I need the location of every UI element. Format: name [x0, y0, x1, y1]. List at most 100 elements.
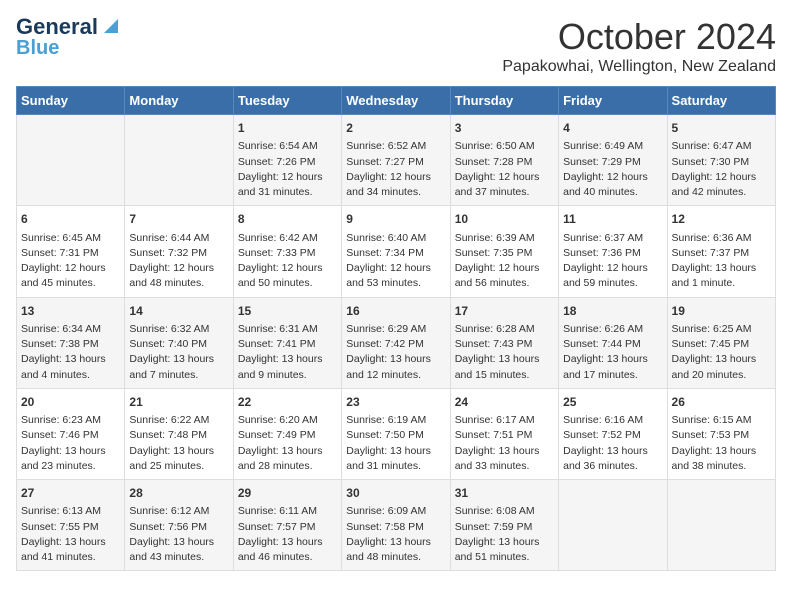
calendar-week-row: 13Sunrise: 6:34 AMSunset: 7:38 PMDayligh… [17, 297, 776, 388]
day-info: Daylight: 12 hours and 48 minutes. [129, 261, 228, 291]
day-number: 14 [129, 303, 228, 320]
day-info: Sunset: 7:35 PM [455, 246, 554, 261]
day-number: 31 [455, 485, 554, 502]
day-info: Daylight: 13 hours and 17 minutes. [563, 352, 662, 382]
day-info: Daylight: 12 hours and 37 minutes. [455, 170, 554, 200]
calendar-cell: 27Sunrise: 6:13 AMSunset: 7:55 PMDayligh… [17, 480, 125, 571]
day-number: 2 [346, 120, 445, 137]
calendar-cell: 5Sunrise: 6:47 AMSunset: 7:30 PMDaylight… [667, 115, 775, 206]
logo-blue: Blue [16, 38, 59, 58]
day-info: Sunset: 7:59 PM [455, 520, 554, 535]
day-number: 4 [563, 120, 662, 137]
location-title: Papakowhai, Wellington, New Zealand [502, 58, 776, 76]
header-thursday: Thursday [450, 87, 558, 115]
logo: General Blue [16, 16, 118, 58]
day-info: Sunrise: 6:50 AM [455, 139, 554, 154]
day-info: Daylight: 12 hours and 42 minutes. [672, 170, 771, 200]
day-info: Sunrise: 6:17 AM [455, 413, 554, 428]
day-number: 8 [238, 211, 337, 228]
day-info: Sunrise: 6:32 AM [129, 322, 228, 337]
day-number: 13 [21, 303, 120, 320]
calendar-cell: 12Sunrise: 6:36 AMSunset: 7:37 PMDayligh… [667, 206, 775, 297]
calendar-cell [125, 115, 233, 206]
day-info: Sunset: 7:34 PM [346, 246, 445, 261]
calendar-cell: 25Sunrise: 6:16 AMSunset: 7:52 PMDayligh… [559, 388, 667, 479]
day-info: Daylight: 13 hours and 12 minutes. [346, 352, 445, 382]
header-wednesday: Wednesday [342, 87, 450, 115]
day-info: Sunset: 7:33 PM [238, 246, 337, 261]
day-number: 16 [346, 303, 445, 320]
day-info: Daylight: 12 hours and 34 minutes. [346, 170, 445, 200]
day-info: Sunrise: 6:15 AM [672, 413, 771, 428]
day-info: Sunset: 7:46 PM [21, 428, 120, 443]
day-info: Sunset: 7:31 PM [21, 246, 120, 261]
calendar-cell: 6Sunrise: 6:45 AMSunset: 7:31 PMDaylight… [17, 206, 125, 297]
month-title: October 2024 [502, 16, 776, 58]
calendar-cell: 31Sunrise: 6:08 AMSunset: 7:59 PMDayligh… [450, 480, 558, 571]
day-info: Daylight: 13 hours and 31 minutes. [346, 444, 445, 474]
page-header: General Blue October 2024 Papakowhai, We… [16, 16, 776, 76]
calendar-week-row: 20Sunrise: 6:23 AMSunset: 7:46 PMDayligh… [17, 388, 776, 479]
calendar-cell: 24Sunrise: 6:17 AMSunset: 7:51 PMDayligh… [450, 388, 558, 479]
calendar-cell: 14Sunrise: 6:32 AMSunset: 7:40 PMDayligh… [125, 297, 233, 388]
day-info: Sunset: 7:48 PM [129, 428, 228, 443]
logo-triangle-icon [100, 17, 118, 35]
day-info: Daylight: 13 hours and 36 minutes. [563, 444, 662, 474]
day-info: Sunset: 7:38 PM [21, 337, 120, 352]
day-info: Daylight: 12 hours and 40 minutes. [563, 170, 662, 200]
day-number: 19 [672, 303, 771, 320]
day-info: Daylight: 13 hours and 4 minutes. [21, 352, 120, 382]
day-info: Daylight: 13 hours and 48 minutes. [346, 535, 445, 565]
calendar-cell: 8Sunrise: 6:42 AMSunset: 7:33 PMDaylight… [233, 206, 341, 297]
header-saturday: Saturday [667, 87, 775, 115]
day-info: Sunset: 7:40 PM [129, 337, 228, 352]
calendar-cell: 20Sunrise: 6:23 AMSunset: 7:46 PMDayligh… [17, 388, 125, 479]
day-info: Sunrise: 6:44 AM [129, 231, 228, 246]
day-number: 18 [563, 303, 662, 320]
calendar-cell: 4Sunrise: 6:49 AMSunset: 7:29 PMDaylight… [559, 115, 667, 206]
day-info: Daylight: 12 hours and 56 minutes. [455, 261, 554, 291]
day-info: Sunset: 7:32 PM [129, 246, 228, 261]
day-info: Sunrise: 6:52 AM [346, 139, 445, 154]
day-info: Daylight: 13 hours and 1 minute. [672, 261, 771, 291]
day-number: 7 [129, 211, 228, 228]
day-info: Sunset: 7:36 PM [563, 246, 662, 261]
day-info: Daylight: 12 hours and 45 minutes. [21, 261, 120, 291]
day-info: Daylight: 13 hours and 20 minutes. [672, 352, 771, 382]
day-number: 9 [346, 211, 445, 228]
day-number: 10 [455, 211, 554, 228]
day-info: Sunset: 7:29 PM [563, 155, 662, 170]
day-info: Sunrise: 6:22 AM [129, 413, 228, 428]
day-number: 5 [672, 120, 771, 137]
calendar-cell: 10Sunrise: 6:39 AMSunset: 7:35 PMDayligh… [450, 206, 558, 297]
header-friday: Friday [559, 87, 667, 115]
calendar-cell: 18Sunrise: 6:26 AMSunset: 7:44 PMDayligh… [559, 297, 667, 388]
day-info: Sunset: 7:52 PM [563, 428, 662, 443]
day-info: Sunrise: 6:31 AM [238, 322, 337, 337]
day-info: Sunrise: 6:25 AM [672, 322, 771, 337]
day-info: Sunrise: 6:47 AM [672, 139, 771, 154]
calendar-cell: 15Sunrise: 6:31 AMSunset: 7:41 PMDayligh… [233, 297, 341, 388]
day-number: 12 [672, 211, 771, 228]
calendar-cell: 13 Sunrise: 6:34 AMSunset: 7:38 PMDayligh… [17, 297, 125, 388]
day-info: Sunset: 7:53 PM [672, 428, 771, 443]
day-info: Sunrise: 6:09 AM [346, 504, 445, 519]
day-number: 24 [455, 394, 554, 411]
day-info: Daylight: 12 hours and 59 minutes. [563, 261, 662, 291]
calendar-cell: 11Sunrise: 6:37 AMSunset: 7:36 PMDayligh… [559, 206, 667, 297]
day-info: Daylight: 13 hours and 46 minutes. [238, 535, 337, 565]
day-info: Sunrise: 6:45 AM [21, 231, 120, 246]
calendar-table: SundayMondayTuesdayWednesdayThursdayFrid… [16, 86, 776, 571]
calendar-cell: 29Sunrise: 6:11 AMSunset: 7:57 PMDayligh… [233, 480, 341, 571]
day-info: Sunrise: 6:29 AM [346, 322, 445, 337]
header-sunday: Sunday [17, 87, 125, 115]
day-info: Daylight: 13 hours and 15 minutes. [455, 352, 554, 382]
day-info: Sunrise: 6:34 AM [21, 322, 120, 337]
day-info: Sunset: 7:58 PM [346, 520, 445, 535]
day-info: Sunset: 7:28 PM [455, 155, 554, 170]
day-info: Sunset: 7:43 PM [455, 337, 554, 352]
calendar-cell: 2Sunrise: 6:52 AMSunset: 7:27 PMDaylight… [342, 115, 450, 206]
calendar-cell: 22Sunrise: 6:20 AMSunset: 7:49 PMDayligh… [233, 388, 341, 479]
calendar-cell [17, 115, 125, 206]
calendar-header-row: SundayMondayTuesdayWednesdayThursdayFrid… [17, 87, 776, 115]
